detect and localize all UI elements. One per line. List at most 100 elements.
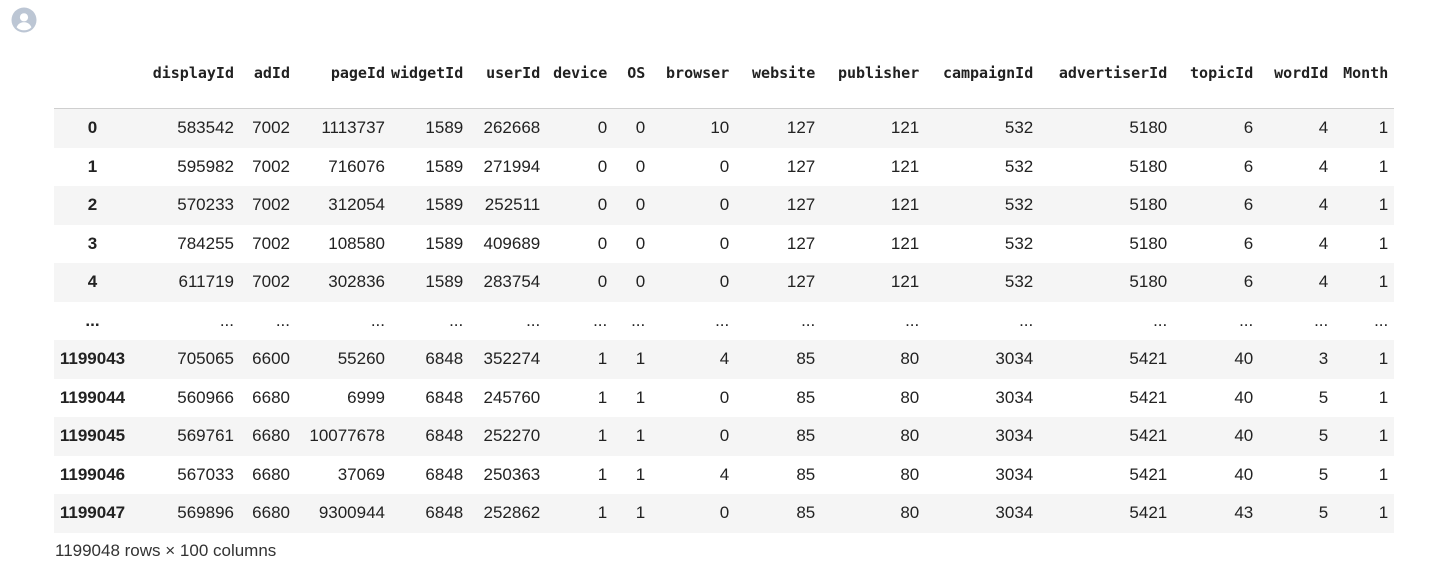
table-cell-device: 0 [546, 108, 614, 148]
column-header-adId: adId [240, 38, 296, 109]
row-index: 3 [87, 233, 98, 253]
table-cell-userId: 409689 [483, 233, 541, 253]
table-cell-advertiserId: 5421 [1039, 417, 1174, 456]
table-cell-publisher: 80 [900, 464, 920, 484]
table-cell-pageId: 55260 [296, 340, 391, 379]
table-cell-displayId: 611719 [139, 263, 240, 302]
table-cell-publisher: ... [905, 310, 920, 330]
table-cell-userId: 352274 [469, 340, 547, 379]
table-cell-widgetId: 1589 [391, 263, 470, 302]
index-header [54, 38, 139, 109]
table-cell-pageId: 108580 [328, 233, 385, 253]
table-row: 4 611719 7002 302836 1589 283754 0 0 0 127 121 532 5… [54, 263, 1395, 302]
user-avatar-icon[interactable] [11, 7, 37, 33]
column-header-Month: Month [1334, 38, 1395, 109]
table-cell-advertiserId: 5180 [1039, 186, 1174, 225]
table-cell-topicId: 6 [1243, 233, 1254, 253]
table-cell-browser: 0 [651, 186, 736, 225]
table-cell-adId: 7002 [252, 156, 290, 176]
table-cell-widgetId: 1589 [425, 233, 464, 253]
table-cell-Month: 1 [1378, 233, 1389, 253]
table-row: 1199046 567033 6680 37069 6848 250363 1 1 4 85 80 3… [54, 456, 1394, 495]
row-index: 1199043 [54, 340, 139, 379]
table-cell-website: 85 [735, 340, 822, 379]
table-cell-displayId: 560966 [177, 387, 234, 407]
table-cell-campaignId: 532 [1004, 233, 1034, 253]
table-cell-device: 0 [597, 233, 608, 253]
table-row: 1199047 569896 6680 9300944 6848 252862 1 1 0 85 8… [54, 494, 1395, 533]
table-cell-topicId: 6 [1173, 263, 1260, 302]
table-cell-wordId: 5 [1259, 494, 1335, 533]
table-cell-advertiserId: 5421 [1039, 340, 1174, 379]
table-cell-widgetId: 6848 [425, 387, 464, 407]
table-cell-website: 127 [786, 156, 816, 176]
table-cell-browser: 0 [651, 263, 736, 302]
table-cell-adId: 6680 [240, 494, 296, 533]
table-cell-campaignId: 532 [925, 186, 1040, 225]
column-header-campaignId: campaignId [925, 38, 1040, 109]
row-index: 4 [54, 263, 139, 302]
table-row: ........................................… [54, 302, 1394, 341]
column-header-OS: OS [613, 38, 652, 109]
table-cell-campaignId: 3034 [925, 417, 1040, 456]
column-header-widgetId: widgetId [391, 38, 470, 109]
table-cell-adId: 7002 [252, 233, 290, 253]
table-cell-userId: 271994 [483, 156, 541, 176]
column-header-advertiserId: advertiserId [1039, 38, 1174, 109]
table-cell-userId: 250363 [483, 464, 541, 484]
table-cell-browser: 0 [719, 233, 730, 253]
row-index: 1199047 [54, 494, 139, 533]
table-cell-Month: 1 [1378, 387, 1389, 407]
table-cell-browser: 0 [651, 417, 736, 456]
table-cell-device: 1 [546, 494, 614, 533]
table-cell-wordId: ... [1314, 310, 1329, 330]
table-cell-adId: 7002 [240, 186, 296, 225]
table-cell-advertiserId: 5180 [1039, 263, 1174, 302]
table-cell-browser: 0 [651, 494, 736, 533]
table-cell-wordId: 4 [1259, 108, 1335, 148]
table-cell-userId: 252511 [469, 186, 547, 225]
table-cell-campaignId: 3034 [995, 464, 1034, 484]
table-cell-device: 0 [597, 156, 608, 176]
table-cell-advertiserId: 5421 [1129, 387, 1168, 407]
table-cell-wordId: 3 [1259, 340, 1335, 379]
table-cell-campaignId: 532 [925, 108, 1040, 148]
table-cell-campaignId: 532 [925, 263, 1040, 302]
table-cell-device: 1 [597, 387, 608, 407]
table-cell-userId: 283754 [469, 263, 547, 302]
column-header-displayId: displayId [139, 38, 240, 109]
table-row: 1199045 569761 6680 10077678 6848 252270 1 1 0 85… [54, 417, 1395, 456]
table-cell-widgetId: ... [449, 310, 464, 330]
table-cell-displayId: 567033 [177, 464, 234, 484]
table-cell-userId: 245760 [483, 387, 541, 407]
table-cell-publisher: 121 [821, 186, 926, 225]
table-cell-website: 127 [786, 233, 816, 253]
avatar-graphic [11, 7, 37, 33]
column-header-userId: userId [469, 38, 547, 109]
table-cell-website: 85 [735, 494, 822, 533]
table-cell-displayId: 569896 [139, 494, 240, 533]
column-header-browser: browser [651, 38, 736, 109]
table-cell-advertiserId: 5421 [1129, 464, 1168, 484]
table-cell-browser: 0 [719, 387, 730, 407]
table-cell-website: 127 [735, 263, 822, 302]
column-header-website: website [735, 38, 822, 109]
table-cell-Month: 1 [1334, 340, 1395, 379]
table-cell-adId: 6680 [240, 417, 296, 456]
table-cell-adId: ... [275, 310, 290, 330]
table-cell-campaignId: 3034 [925, 340, 1040, 379]
row-index: ... [85, 310, 100, 330]
table-cell-website: ... [801, 310, 816, 330]
table-cell-userId: 252270 [469, 417, 547, 456]
table-cell-publisher: 80 [821, 417, 926, 456]
table-cell-campaignId: 3034 [995, 387, 1034, 407]
row-index: 2 [54, 186, 139, 225]
row-index: 1 [87, 156, 98, 176]
header-row: displayId adId pageId widgetId userId device O… [54, 38, 1395, 109]
table-cell-wordId: 5 [1259, 417, 1335, 456]
table-cell-widgetId: 1589 [391, 186, 470, 225]
table-cell-publisher: 80 [821, 340, 926, 379]
table-cell-browser: 4 [719, 464, 730, 484]
table-cell-displayId: 570233 [139, 186, 240, 225]
table-cell-displayId: ... [219, 310, 234, 330]
